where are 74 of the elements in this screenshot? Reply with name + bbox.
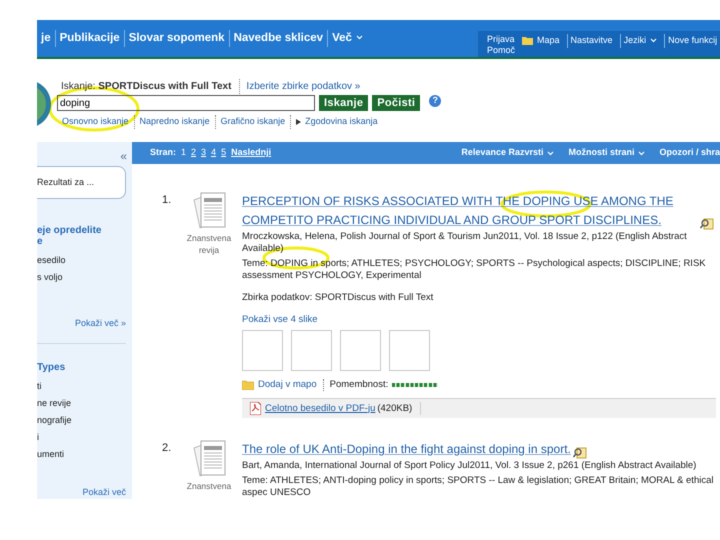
document-icon xyxy=(192,192,226,230)
search-field[interactable]: doping xyxy=(57,95,315,111)
next-page-link[interactable]: Naslednji xyxy=(231,146,272,160)
search-button[interactable]: Iskanje xyxy=(319,95,368,111)
filter-option[interactable]: ne revije xyxy=(37,398,126,408)
source-citation: Bart, Amanda, International Journal of Sport Policy Jul2011, Vol. 3 Issue 2, p261 (English Abstract Available) xyxy=(242,460,698,472)
image-thumbnail[interactable] xyxy=(389,330,430,371)
image-thumbnail[interactable] xyxy=(340,330,381,371)
filter-option[interactable]: umenti xyxy=(37,448,126,460)
page-link[interactable]: 2 xyxy=(191,146,196,160)
page-label: Stran: xyxy=(150,146,176,160)
show-more-link[interactable]: Pokaži več xyxy=(82,486,126,499)
magnifier-icon[interactable] xyxy=(700,218,714,230)
page-link[interactable]: 1 xyxy=(181,146,186,160)
show-more-link[interactable]: Pokaži več » xyxy=(74,317,126,330)
filter-option[interactable]: s voljo xyxy=(37,272,126,283)
caret-icon xyxy=(547,150,554,156)
search-mode-link[interactable]: Osnovno iskanje xyxy=(57,115,134,128)
nav-link[interactable]: Slovar sopomenk xyxy=(124,30,229,47)
toolbar-menu[interactable]: Relevance Razvrsti xyxy=(461,146,554,160)
page-link[interactable]: 3 xyxy=(201,146,206,160)
result-filter-box[interactable]: Rezultati za ... xyxy=(37,166,126,199)
section-heading: eje opredelite xyxy=(37,225,102,236)
document-icon xyxy=(192,440,226,478)
folder-icon xyxy=(242,380,254,390)
collapse-button[interactable]: « xyxy=(120,150,127,162)
result-number: 1. xyxy=(162,193,172,208)
caret-icon xyxy=(650,38,658,44)
page-link[interactable]: 5 xyxy=(221,146,226,160)
result-title-link[interactable]: The role of UK Anti-Doping in the fight against doping in sport. xyxy=(242,440,571,459)
image-thumbnail[interactable] xyxy=(242,330,283,371)
page-link[interactable]: 4 xyxy=(211,146,216,160)
toolbar-link[interactable]: Nove funkcij xyxy=(664,34,720,48)
section-heading: e xyxy=(37,236,44,247)
search-mode-link[interactable]: Napredno iskanje xyxy=(134,115,215,128)
filter-option[interactable]: ti xyxy=(37,380,126,392)
show-images-link[interactable]: Pokaži vse 4 slike xyxy=(242,314,716,326)
database-info: Zbirka podatkov: SPORTDiscus with Full Text xyxy=(242,292,434,304)
toolbar-link[interactable]: Jeziki xyxy=(620,34,660,48)
database-link[interactable]: Izberite zbirke podatkov » xyxy=(240,78,360,94)
search-button[interactable]: Počisti xyxy=(372,95,420,111)
toolbar-link[interactable]: Nastavitve xyxy=(566,34,616,48)
publication-type: Znanstvena revija xyxy=(186,232,232,256)
toolbar-link[interactable]: Mapa xyxy=(519,34,563,48)
search-mode-link[interactable]: Grafično iskanje xyxy=(214,115,290,128)
magnifier-icon[interactable] xyxy=(572,447,587,459)
filter-option[interactable]: esedilo xyxy=(37,255,126,266)
nav-link[interactable]: je xyxy=(37,30,55,47)
caret-icon xyxy=(356,35,363,40)
image-thumbnail[interactable] xyxy=(291,330,332,371)
toolbar-menu[interactable]: Opozori / shra xyxy=(659,146,720,160)
source-citation: Mroczkowska, Helena, Polish Journal of Sport & Tourism Jun2011, Vol. 18 Issue 2, p122 (English Abstract Available) xyxy=(242,231,688,255)
caret-icon xyxy=(638,150,646,156)
subject-terms: Teme: ATHLETES; ANTI-doping policy in sports; SPORTS -- Law & legislation; GREAT Britain; MORAL & ethical aspec UNESCO xyxy=(242,475,714,499)
account-link[interactable]: Pomoč xyxy=(487,45,516,56)
file-size: (420KB) xyxy=(377,402,412,414)
filter-option[interactable]: nografije xyxy=(37,414,126,426)
nav-link[interactable]: Navedbe sklicev xyxy=(228,30,328,47)
toolbar-menu[interactable]: Možnosti strani xyxy=(568,146,646,160)
filter-option[interactable]: i xyxy=(37,432,126,442)
publication-type: Znanstvena xyxy=(186,480,232,492)
pdf-link[interactable]: Celotno besedilo v PDF-ju (420KB) xyxy=(250,402,422,415)
help-icon[interactable]: ? xyxy=(429,95,442,107)
relevance-label: Pomembnost: xyxy=(328,379,388,391)
pdf-icon xyxy=(250,402,261,415)
nav-link[interactable]: Več xyxy=(327,30,367,47)
section-heading: Types xyxy=(37,362,66,372)
search-mode-link[interactable]: Zgodovina iskanja xyxy=(290,115,383,128)
result-number: 2. xyxy=(162,441,172,456)
folder-icon xyxy=(522,36,534,46)
triangle-icon xyxy=(296,118,302,125)
nav-link[interactable]: Publikacije xyxy=(54,30,124,47)
add-to-folder-link[interactable]: Dodaj v mapo xyxy=(242,379,324,391)
account-link[interactable]: Prijava xyxy=(487,34,516,45)
